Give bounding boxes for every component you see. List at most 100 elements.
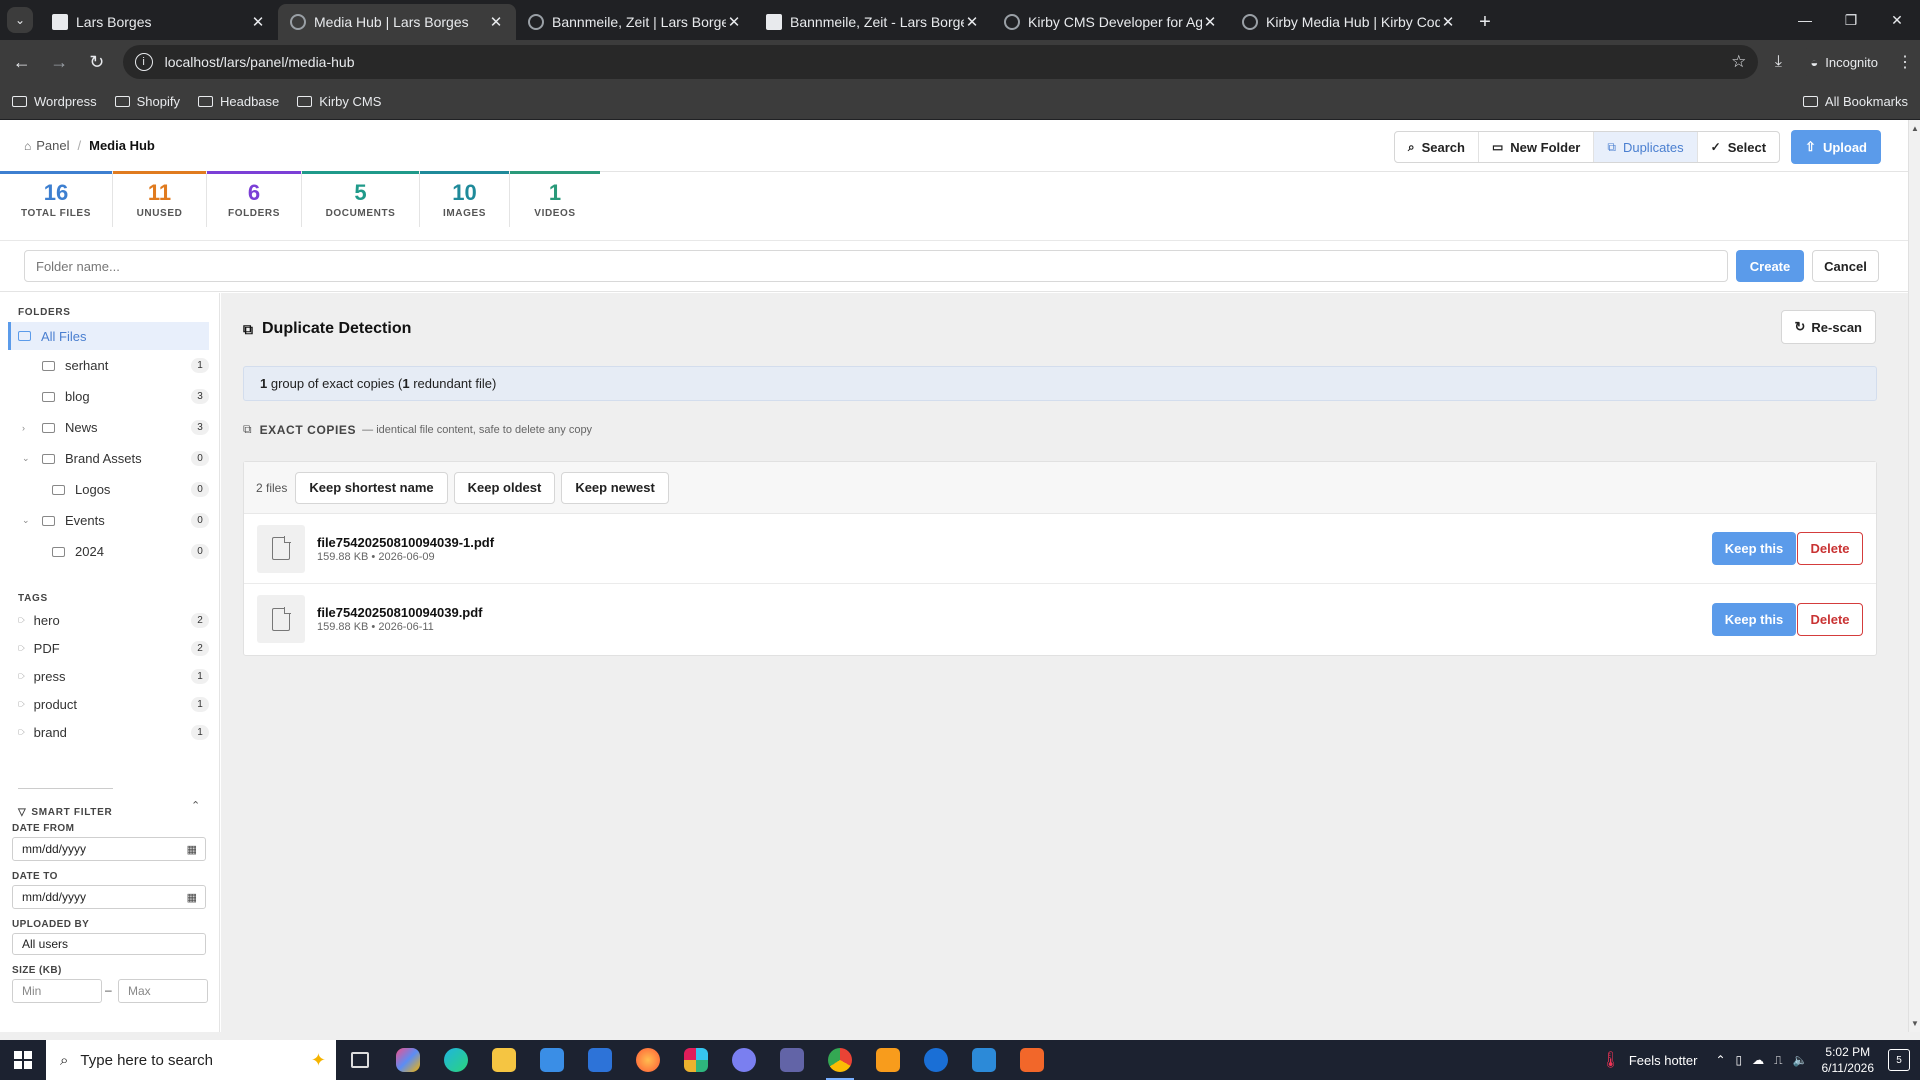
delete-button[interactable]: Delete bbox=[1797, 532, 1863, 565]
select-button[interactable]: ✓ Select bbox=[1698, 132, 1779, 162]
chevron-down-icon[interactable]: ⌄ bbox=[22, 515, 30, 526]
start-button[interactable] bbox=[0, 1040, 46, 1080]
keep-this-button[interactable]: Keep this bbox=[1712, 602, 1796, 636]
search-button[interactable]: ⌕ Search bbox=[1395, 132, 1479, 162]
stat-documents[interactable]: 5 DOCUMENTS bbox=[302, 171, 420, 227]
incognito-badge[interactable]: ◒ Incognito bbox=[1798, 47, 1891, 77]
bookmark-folder[interactable]: Kirby CMS bbox=[297, 94, 381, 109]
sidebar-folder-item[interactable]: blog 3 bbox=[8, 381, 209, 412]
smart-filter-heading[interactable]: ▽ SMART FILTER bbox=[18, 807, 112, 818]
calendar-icon[interactable]: ▦ bbox=[187, 891, 197, 904]
delete-button[interactable]: Delete bbox=[1797, 602, 1863, 636]
chevron-up-icon[interactable]: ⌃ bbox=[1715, 1053, 1725, 1067]
rescan-button[interactable]: ↻ Re-scan bbox=[1780, 310, 1876, 344]
browser-tab[interactable]: Kirby CMS Developer for Agenc✕ bbox=[992, 4, 1230, 40]
tag-item[interactable]: ⌂ press 1 bbox=[15, 662, 209, 690]
tag-item[interactable]: ⌂ hero 2 bbox=[15, 606, 209, 634]
tab-search-button[interactable]: ⌄ bbox=[0, 0, 40, 40]
keep-shortest-button[interactable]: Keep shortest name bbox=[295, 471, 448, 504]
reload-icon[interactable]: ↻ bbox=[81, 46, 113, 78]
stat-total-files[interactable]: 16 TOTAL FILES bbox=[0, 171, 113, 227]
sidebar-item-all-files[interactable]: All Files bbox=[8, 322, 209, 350]
chevron-right-icon[interactable]: › bbox=[22, 423, 25, 433]
sidebar-folder-item[interactable]: serhant 1 bbox=[8, 350, 209, 381]
copilot-icon[interactable] bbox=[384, 1040, 432, 1080]
stat-folders[interactable]: 6 FOLDERS bbox=[207, 171, 302, 227]
bookmark-star-icon[interactable]: ☆ bbox=[1731, 52, 1746, 72]
site-info-icon[interactable]: i bbox=[134, 53, 153, 71]
bookmark-folder[interactable]: Wordpress bbox=[12, 94, 97, 109]
download-icon[interactable]: ⤓ bbox=[1758, 53, 1798, 71]
bookmark-folder[interactable]: Headbase bbox=[198, 94, 279, 109]
close-window-icon[interactable]: ✕ bbox=[1874, 0, 1920, 40]
tag-item[interactable]: ⌂ PDF 2 bbox=[15, 634, 209, 662]
cancel-folder-button[interactable]: Cancel bbox=[1812, 250, 1879, 282]
stat-images[interactable]: 10 IMAGES bbox=[420, 171, 510, 227]
cloud-icon[interactable]: ☁ bbox=[1752, 1053, 1764, 1067]
mail-icon[interactable] bbox=[576, 1040, 624, 1080]
taskbar-search[interactable]: ⌕ Type here to search ✦ bbox=[46, 1040, 336, 1080]
volume-icon[interactable]: 🔈 bbox=[1793, 1053, 1808, 1067]
scroll-up-icon[interactable]: ▲ bbox=[1911, 124, 1919, 133]
size-max-input[interactable]: Max bbox=[118, 979, 208, 1003]
chrome-icon[interactable] bbox=[816, 1040, 864, 1080]
xampp-icon[interactable] bbox=[1008, 1040, 1056, 1080]
browser-menu-icon[interactable]: ⋮ bbox=[1890, 52, 1920, 72]
back-icon[interactable]: ← bbox=[6, 46, 38, 78]
keep-this-button[interactable]: Keep this bbox=[1712, 532, 1796, 565]
clock[interactable]: 5:02 PM 6/11/2026 bbox=[1822, 1044, 1875, 1076]
uploaded-by-select[interactable]: All users bbox=[12, 933, 206, 955]
sidebar-folder-item[interactable]: 2024 0 bbox=[8, 536, 209, 567]
browser-tab[interactable]: Bannmeile, Zeit - Lars Borges ✕ bbox=[754, 4, 992, 40]
notification-icon[interactable]: 5 bbox=[1888, 1049, 1910, 1071]
date-to-input[interactable]: mm/dd/yyyy ▦ bbox=[12, 885, 206, 909]
discord-icon[interactable] bbox=[720, 1040, 768, 1080]
close-icon[interactable]: ✕ bbox=[1202, 13, 1218, 31]
close-icon[interactable]: ✕ bbox=[1440, 13, 1456, 31]
folder-name-input[interactable]: Folder name... bbox=[24, 250, 1728, 282]
browser-tab[interactable]: Lars Borges ✕ bbox=[40, 4, 278, 40]
sidebar-folder-item[interactable]: ⌄ Brand Assets 0 bbox=[8, 443, 209, 474]
network-icon[interactable]: ⎍ bbox=[1774, 1053, 1782, 1068]
close-icon[interactable]: ✕ bbox=[250, 13, 266, 31]
bookmark-folder[interactable]: Shopify bbox=[114, 94, 180, 109]
close-icon[interactable]: ✕ bbox=[964, 13, 980, 31]
new-tab-button[interactable]: + bbox=[1468, 4, 1502, 40]
vscode-icon[interactable] bbox=[960, 1040, 1008, 1080]
sublime-icon[interactable] bbox=[864, 1040, 912, 1080]
file-explorer-icon[interactable] bbox=[480, 1040, 528, 1080]
duplicates-button[interactable]: ⧉ Duplicates bbox=[1594, 132, 1698, 162]
size-min-input[interactable]: Min bbox=[12, 979, 102, 1003]
collapse-chevron-icon[interactable]: ⌃ bbox=[191, 799, 200, 812]
firefox-icon[interactable] bbox=[624, 1040, 672, 1080]
browser-tab[interactable]: Kirby Media Hub | Kirby Code ✕ bbox=[1230, 4, 1468, 40]
sidebar-folder-item[interactable]: ⌄ Events 0 bbox=[8, 505, 209, 536]
keep-newest-button[interactable]: Keep newest bbox=[561, 471, 669, 504]
sidebar-folder-item[interactable]: Logos 0 bbox=[8, 474, 209, 505]
tag-item[interactable]: ⌂ brand 1 bbox=[15, 718, 209, 746]
all-bookmarks[interactable]: All Bookmarks bbox=[1802, 94, 1908, 109]
teams-icon[interactable] bbox=[768, 1040, 816, 1080]
weather-widget[interactable]: 🌡 Feels hotter bbox=[1601, 1050, 1698, 1070]
battery-icon[interactable]: ▯ bbox=[1736, 1053, 1743, 1067]
browser-tab-active[interactable]: Media Hub | Lars Borges ✕ bbox=[278, 4, 516, 40]
address-bar[interactable]: i localhost/lars/panel/media-hub ☆ bbox=[122, 45, 1759, 79]
close-icon[interactable]: ✕ bbox=[726, 13, 742, 31]
page-scrollbar[interactable]: ▲ ▼ bbox=[1908, 120, 1920, 1032]
keep-oldest-button[interactable]: Keep oldest bbox=[453, 471, 556, 504]
stat-unused[interactable]: 11 UNUSED bbox=[113, 171, 207, 227]
thunderbird-icon[interactable] bbox=[912, 1040, 960, 1080]
browser-tab[interactable]: Bannmeile, Zeit | Lars Borges ✕ bbox=[516, 4, 754, 40]
edge-icon[interactable] bbox=[432, 1040, 480, 1080]
minimize-icon[interactable]: — bbox=[1782, 0, 1828, 40]
slack-icon[interactable] bbox=[672, 1040, 720, 1080]
calendar-icon[interactable]: ▦ bbox=[187, 843, 197, 856]
chevron-down-icon[interactable]: ⌄ bbox=[22, 453, 30, 464]
new-folder-button[interactable]: ▭ New Folder bbox=[1479, 132, 1595, 162]
breadcrumb-panel[interactable]: Panel bbox=[36, 138, 69, 153]
task-view-icon[interactable] bbox=[336, 1040, 384, 1080]
create-folder-button[interactable]: Create bbox=[1736, 250, 1804, 282]
upload-button[interactable]: ⇧ Upload bbox=[1791, 130, 1881, 164]
stat-videos[interactable]: 1 VIDEOS bbox=[510, 171, 600, 227]
restore-icon[interactable]: ❐ bbox=[1828, 0, 1874, 40]
